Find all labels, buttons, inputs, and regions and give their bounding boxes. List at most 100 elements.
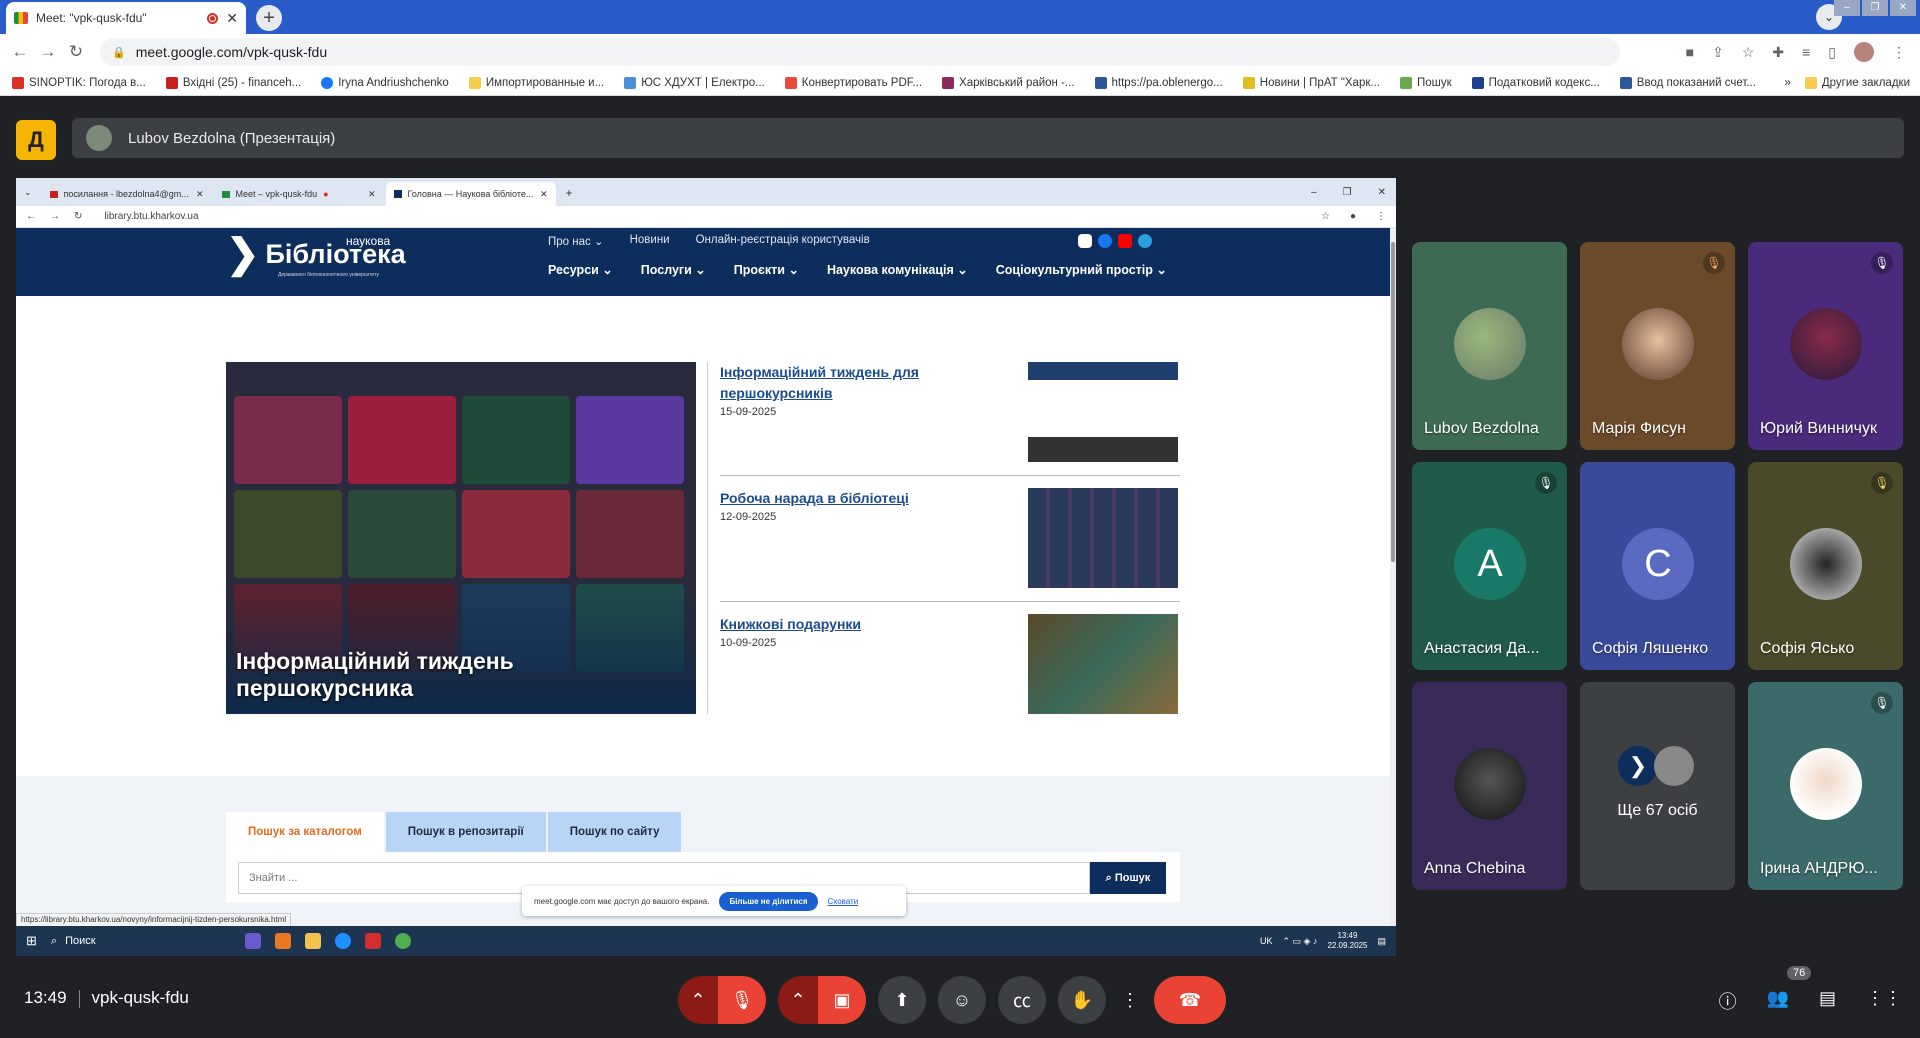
present-button[interactable]: ⬆	[878, 976, 926, 1024]
address-bar[interactable]: 🔒 meet.google.com/vpk-qusk-fdu	[100, 38, 1620, 66]
side-panel-icon[interactable]: ▯	[1828, 44, 1836, 61]
audio-options-button[interactable]: ⌃	[678, 976, 718, 1024]
captions-button[interactable]: ㏄	[998, 976, 1046, 1024]
bookmark-item[interactable]: https://pa.oblenergo...	[1094, 76, 1223, 89]
bookmark-item[interactable]: Пошук	[1399, 76, 1452, 89]
participant-avatar	[1790, 308, 1862, 380]
meeting-time: 13:49	[24, 988, 67, 1007]
share-notice: meet.google.com має доступ до вашого екр…	[534, 896, 710, 906]
participant-tile[interactable]: 🎙 Софія Ясько	[1748, 462, 1903, 670]
bookmark-icon	[1094, 76, 1107, 89]
close-tab-icon[interactable]: ✕	[226, 10, 238, 27]
bookmark-item[interactable]: Вхідні (25) - financeh...	[165, 76, 301, 89]
participant-name: Софія Ясько	[1760, 640, 1855, 657]
news-title: Робоча нарада в бібліотеці	[720, 490, 909, 506]
shared-url: library.btu.kharkov.ua	[104, 211, 199, 222]
bookmark-item[interactable]: Импортированные и...	[468, 76, 604, 89]
activities-icon[interactable]: ⋮⋮	[1866, 988, 1902, 1014]
library-top-nav: Про нас ⌄ Новини Онлайн-реєстрація корис…	[548, 234, 870, 248]
participant-avatar	[1790, 528, 1862, 600]
bookmark-item[interactable]: SINOPTIK: Погода в...	[12, 76, 146, 89]
participant-tile[interactable]: Lubov Bezdolna	[1412, 242, 1567, 450]
other-bookmarks[interactable]: Другие закладки	[1804, 76, 1910, 89]
participant-tile[interactable]: 🎙 Юрий Винничук	[1748, 242, 1903, 450]
shared-address-bar: ← → ↻ library.btu.kharkov.ua ☆ ● ⋮	[16, 206, 1396, 228]
bookmark-item[interactable]: Ввод показаний счет...	[1619, 76, 1756, 89]
bookmarks-bar: SINOPTIK: Погода в... Вхідні (25) - fina…	[0, 70, 1920, 96]
library-main-nav: Ресурси ⌄ Послуги ⌄ Проєкти ⌄ Наукова ко…	[548, 262, 1167, 277]
participants-count-badge: 76	[1787, 966, 1812, 980]
hide-banner-link[interactable]: Сховати	[828, 897, 859, 906]
people-icon[interactable]: 👥	[1767, 988, 1789, 1014]
present-screen-icon: ⬆	[894, 989, 910, 1010]
mic-off-icon: 🎙	[1535, 472, 1557, 494]
screen-share-banner[interactable]: meet.google.com має доступ до вашого екр…	[522, 886, 906, 916]
participant-avatar	[1790, 748, 1862, 820]
taskbar-search: ⌕ Поиск	[50, 934, 96, 948]
folder-icon	[1804, 76, 1817, 89]
bookmark-icon	[1471, 76, 1484, 89]
presenter-bar[interactable]: Lubov Bezdolna (Презентація)	[72, 118, 1904, 158]
reactions-button[interactable]: ☺	[938, 976, 986, 1024]
raise-hand-button[interactable]: ✋	[1058, 976, 1106, 1024]
new-tab-button[interactable]: +	[256, 5, 282, 31]
browser-tab-meet[interactable]: Meet: "vpk-qusk-fdu" ✕	[6, 2, 246, 34]
bookmark-item[interactable]: Iryna Andriushchenko	[321, 76, 449, 89]
minimize-button[interactable]: –	[1834, 0, 1860, 16]
participant-tile[interactable]: C Софія Ляшенко	[1580, 462, 1735, 670]
menu-icon[interactable]: ⋮	[1892, 44, 1906, 61]
meeting-info: 13:49 vpk-qusk-fdu	[24, 988, 189, 1008]
bookmark-star-icon[interactable]: ☆	[1742, 44, 1755, 61]
profile-icon: ●	[1349, 211, 1356, 222]
profile-avatar[interactable]	[1854, 42, 1874, 62]
reload-icon: ↻	[74, 211, 83, 222]
camera-icon[interactable]: ■	[1686, 44, 1694, 60]
tray-clock: 13:49 22.09.2025	[1327, 931, 1368, 950]
library-logo: ❯ Бібліотека наукова Державного біотехно…	[226, 234, 406, 278]
news-title: Інформаційний тиждень для першокурсників	[720, 364, 919, 401]
more-participants-tile[interactable]: ❯ Ще 67 осіб	[1580, 682, 1735, 890]
shared-scrollbar	[1390, 228, 1396, 956]
bookmark-icon	[1399, 76, 1412, 89]
more-participants-label: Ще 67 осіб	[1617, 802, 1698, 819]
mic-toggle-button[interactable]: 🎙	[718, 976, 766, 1024]
extensions-icon[interactable]: ✚	[1772, 44, 1784, 61]
taskview-icon	[244, 933, 261, 949]
bookmark-item[interactable]: Харківський район -...	[942, 76, 1075, 89]
emoji-icon: ☺	[952, 989, 972, 1010]
reading-list-icon[interactable]: ≡	[1802, 44, 1810, 60]
restore-button[interactable]: ❐	[1862, 0, 1888, 16]
participant-tile[interactable]: 🎙 Ірина АНДРЮ...	[1748, 682, 1903, 890]
gmail-icon	[49, 190, 58, 198]
nav-item: Послуги ⌄	[640, 263, 706, 277]
bookmarks-overflow-button[interactable]: »	[1784, 77, 1790, 89]
share-icon[interactable]: ⇪	[1712, 44, 1724, 61]
chrome-icon	[394, 933, 411, 949]
stop-sharing-button[interactable]: Більше не ділитися	[719, 891, 818, 911]
forward-button[interactable]: →	[34, 42, 62, 62]
social-icons	[1078, 234, 1152, 248]
reload-button[interactable]: ↻	[62, 42, 90, 62]
news-title: Книжкові подарунки	[720, 616, 862, 632]
shared-tab: посилання - lbezdolna4@gm... ✕	[42, 182, 212, 206]
more-options-button[interactable]: ⋮	[1118, 976, 1142, 1024]
bookmark-item[interactable]: Новини | ПрАТ "Харк...	[1242, 76, 1380, 89]
participant-tile[interactable]: 🎙 Марія Фисун	[1580, 242, 1735, 450]
bulb-icon	[1242, 76, 1255, 89]
edge-icon	[334, 933, 351, 949]
back-button[interactable]: ←	[6, 42, 34, 62]
participant-tile[interactable]: 🎙 A Анастасия Да...	[1412, 462, 1567, 670]
bookmark-icon	[942, 76, 955, 89]
bookmark-item[interactable]: Податковий кодекс...	[1471, 76, 1600, 89]
video-options-button[interactable]: ⌃	[778, 976, 818, 1024]
news-item: Книжкові подарунки 10-09-2025	[720, 614, 1180, 714]
meeting-details-icon[interactable]: ⓘ	[1719, 988, 1737, 1014]
leave-call-button[interactable]: ☎	[1154, 976, 1226, 1024]
close-window-button[interactable]: ✕	[1890, 0, 1916, 16]
bookmark-item[interactable]: ЮС ХДУХТ | Електро...	[624, 76, 765, 89]
chat-icon[interactable]: ▤	[1819, 988, 1836, 1014]
end-call-icon: ☎	[1178, 989, 1202, 1010]
camera-toggle-button[interactable]: ▣	[818, 976, 866, 1024]
bookmark-item[interactable]: Конвертировать PDF...	[784, 76, 922, 89]
participant-tile[interactable]: Anna Chebina	[1412, 682, 1567, 890]
